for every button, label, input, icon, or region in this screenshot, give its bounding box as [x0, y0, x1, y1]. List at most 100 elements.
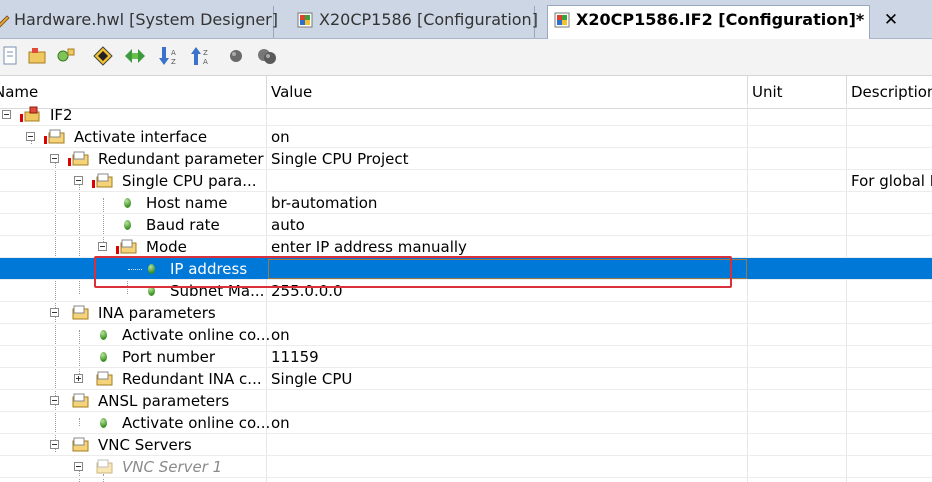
document-icon[interactable] — [0, 45, 22, 67]
folder-icon — [96, 371, 113, 386]
folder-icon — [96, 459, 113, 474]
table-row[interactable]: VNC Servers — [0, 434, 932, 456]
collapse-toggle[interactable] — [50, 308, 59, 317]
folder-icon — [120, 239, 137, 254]
table-row[interactable]: Activate interface on — [0, 126, 932, 148]
parameter-icon — [100, 418, 107, 428]
toolbar: AZ ZA — [0, 39, 932, 76]
add-folder-icon[interactable] — [27, 45, 49, 67]
collapse-toggle[interactable] — [74, 176, 83, 185]
expand-icon[interactable] — [124, 45, 146, 67]
row-name: Single CPU para... — [122, 172, 257, 190]
table-row[interactable]: VNC Server 1 — [0, 456, 932, 478]
folder-icon — [48, 129, 65, 144]
row-name: ANSL parameters — [98, 392, 230, 410]
record-icon[interactable] — [225, 45, 247, 67]
folder-icon — [72, 305, 89, 320]
collapse-toggle[interactable] — [26, 132, 35, 141]
table-row[interactable]: Port number 11159 — [0, 346, 932, 368]
warning-marker — [68, 158, 71, 166]
column-header-unit[interactable]: Unit — [752, 83, 783, 101]
expand-toggle[interactable] — [74, 374, 83, 383]
svg-text:A: A — [203, 58, 208, 66]
collapse-toggle[interactable] — [2, 110, 11, 119]
row-name: Redundant INA c... — [122, 370, 262, 388]
folder-icon — [72, 437, 89, 452]
row-value[interactable]: on — [271, 414, 745, 432]
row-description: For global E — [851, 172, 932, 190]
configuration-icon — [297, 12, 313, 28]
tab-label: X20CP1586 [Configuration] — [319, 10, 538, 29]
tab-hardware[interactable]: Hardware.hwl [System Designer] — [0, 6, 278, 38]
tab-label: X20CP1586.IF2 [Configuration]* — [576, 10, 865, 29]
warning-marker — [116, 246, 119, 254]
column-header-description[interactable]: Description — [851, 83, 932, 101]
table-row[interactable]: ANSL parameters — [0, 390, 932, 412]
row-name: Activate online co... — [122, 326, 271, 344]
warning-marker — [92, 180, 95, 188]
folder-icon — [96, 173, 113, 188]
row-value[interactable]: Single CPU Project — [271, 150, 745, 168]
parameter-icon — [100, 330, 107, 340]
close-icon[interactable]: ✕ — [884, 10, 898, 30]
svg-text:Z: Z — [171, 58, 176, 66]
collapse-toggle[interactable] — [50, 440, 59, 449]
row-value[interactable]: Single CPU — [271, 370, 745, 388]
table-row[interactable]: Single CPU para... For global E — [0, 170, 932, 192]
add-parameter-icon[interactable] — [55, 45, 77, 67]
table-row[interactable]: Activate online co... on — [0, 412, 932, 434]
row-value[interactable]: on — [271, 326, 745, 344]
row-value[interactable]: auto — [271, 216, 745, 234]
svg-text:A: A — [171, 49, 176, 57]
row-name: Port number — [122, 348, 216, 366]
collapse-toggle[interactable] — [50, 154, 59, 163]
row-value[interactable]: enter IP address manually — [271, 238, 745, 256]
collapse-toggle[interactable] — [98, 242, 107, 251]
table-row[interactable]: INA parameters — [0, 302, 932, 324]
table-row[interactable]: Host name br-automation — [0, 192, 932, 214]
row-name: Activate online co... — [122, 414, 271, 432]
pencil-icon — [0, 15, 10, 28]
row-name: Mode — [146, 238, 187, 256]
table-row[interactable]: Activate online co... on — [0, 324, 932, 346]
column-header-value[interactable]: Value — [271, 83, 312, 101]
row-name: VNC Server 1 — [122, 458, 223, 476]
configuration-icon — [554, 12, 570, 28]
row-value[interactable]: br-automation — [271, 194, 745, 212]
table-row[interactable]: Mode enter IP address manually — [0, 236, 932, 258]
tab-strip: Hardware.hwl [System Designer] X20CP1586… — [0, 0, 932, 39]
table-row[interactable]: Baud rate auto — [0, 214, 932, 236]
parameter-icon — [124, 220, 131, 230]
row-name: Baud rate — [146, 216, 220, 234]
diamond-icon[interactable] — [92, 45, 114, 67]
folder-icon — [72, 151, 89, 166]
interface-folder-icon — [24, 106, 40, 122]
row-name: Host name — [146, 194, 228, 212]
collapse-toggle[interactable] — [50, 396, 59, 405]
sort-descending-icon[interactable]: AZ — [158, 45, 180, 67]
collapse-toggle[interactable] — [74, 462, 83, 471]
svg-text:Z: Z — [203, 49, 208, 57]
folder-icon — [72, 393, 89, 408]
table-row[interactable]: IF2 — [0, 104, 932, 126]
parameter-icon — [124, 198, 131, 208]
sort-ascending-icon[interactable]: ZA — [190, 45, 212, 67]
record-multiple-icon[interactable] — [256, 45, 278, 67]
tab-if2-configuration[interactable]: X20CP1586.IF2 [Configuration]* ✕ — [547, 5, 898, 39]
tab-cpu-configuration[interactable]: X20CP1586 [Configuration] — [293, 6, 538, 38]
parameter-icon — [100, 352, 107, 362]
row-name: Redundant parameter — [98, 150, 264, 168]
warning-marker — [44, 136, 47, 144]
annotation-highlight-box — [94, 256, 732, 288]
row-name: IF2 — [50, 106, 73, 124]
row-name: Activate interface — [74, 128, 208, 146]
table-row[interactable]: Redundant parameter Single CPU Project — [0, 148, 932, 170]
table-row[interactable]: Redundant INA c... Single CPU — [0, 368, 932, 390]
warning-marker — [20, 114, 23, 122]
column-header-name[interactable]: Name — [0, 83, 38, 101]
row-name: VNC Servers — [98, 436, 192, 454]
row-value[interactable]: on — [271, 128, 745, 146]
row-value[interactable]: 11159 — [271, 348, 745, 366]
tab-label: Hardware.hwl [System Designer] — [14, 10, 278, 29]
row-name: INA parameters — [98, 304, 216, 322]
